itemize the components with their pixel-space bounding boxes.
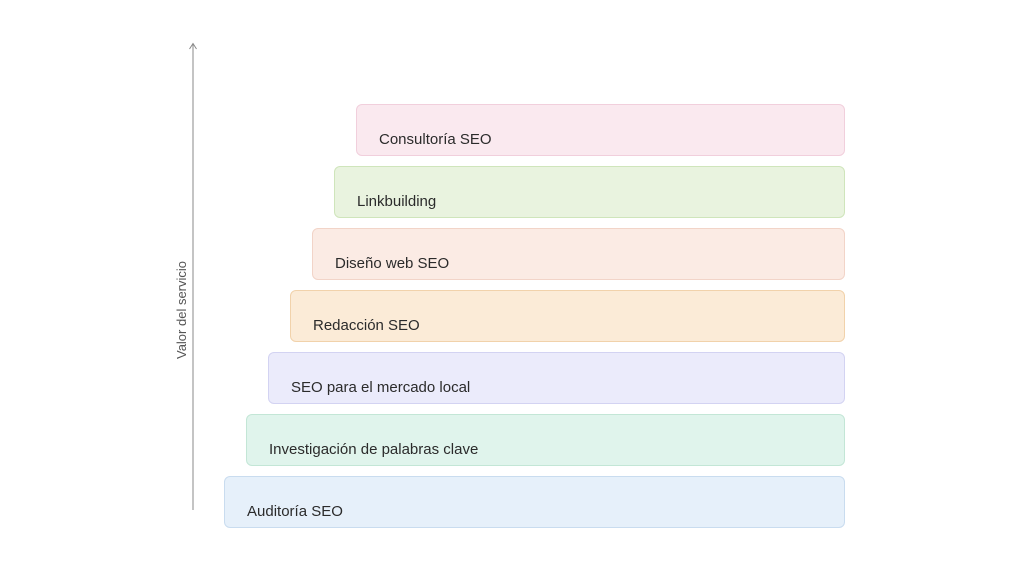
step-linkbuilding: Linkbuilding [334,166,845,218]
step-redaccion-seo: Redacción SEO [290,290,845,342]
step-label: Linkbuilding [357,193,437,210]
value-axis-arrowhead [189,42,197,50]
value-axis-label: Valor del servicio [174,254,190,366]
step-diseno-web-seo: Diseño web SEO [312,228,845,280]
step-label: Redacción SEO [313,317,420,334]
step-label: SEO para el mercado local [291,379,471,396]
step-investigacion-palabras-clave: Investigación de palabras clave [246,414,845,466]
step-seo-mercado-local: SEO para el mercado local [268,352,845,404]
step-label: Investigación de palabras clave [269,441,479,458]
step-label: Diseño web SEO [335,255,450,272]
step-label: Consultoría SEO [379,131,492,148]
step-label: Auditoría SEO [247,503,343,520]
step-consultoria-seo: Consultoría SEO [356,104,845,156]
step-auditoria-seo: Auditoría SEO [224,476,845,528]
